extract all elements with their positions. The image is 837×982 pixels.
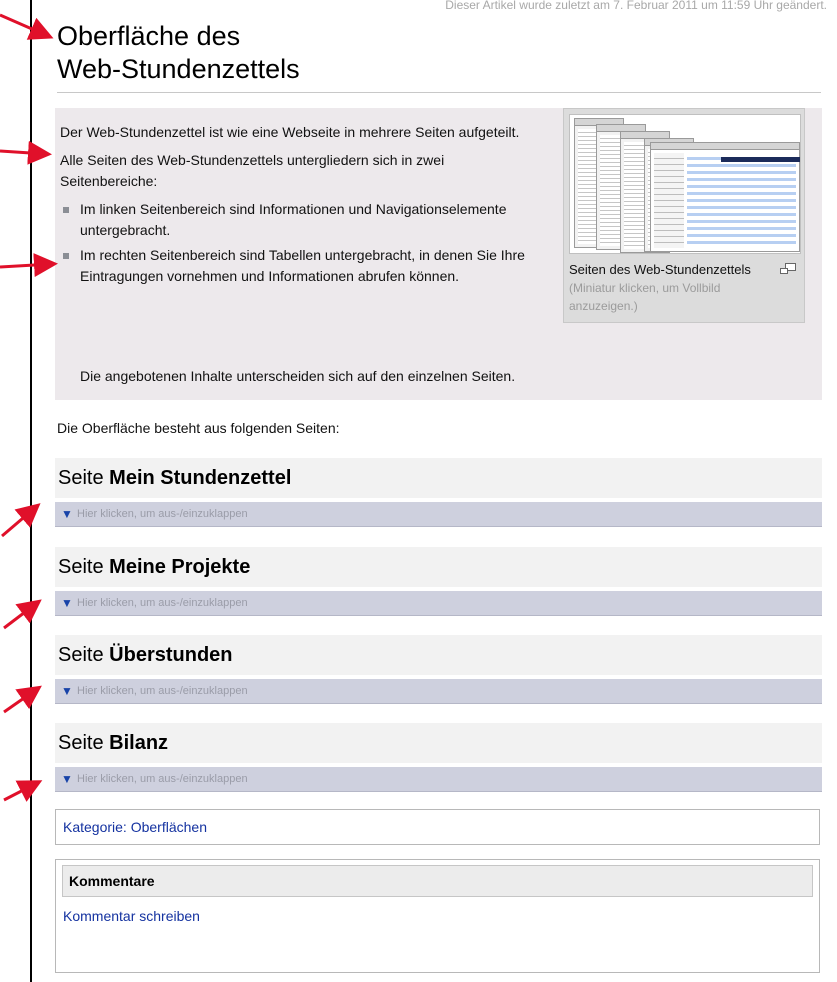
comments-box: Kommentare Kommentar schreiben: [55, 859, 820, 973]
collapse-toggle-ueberstunden[interactable]: ▼ Hier klicken, um aus-/einzuklappen: [55, 679, 822, 704]
section-title-prefix: Seite: [58, 644, 110, 666]
annotation-arrow-section-3: [3, 685, 42, 714]
thumbnail-caption: Seiten des Web-Stundenzettels (Miniatur …: [569, 261, 781, 315]
triangle-down-icon: ▼: [61, 684, 73, 698]
comments-header: Kommentare: [62, 865, 813, 897]
bullet-square-icon: [63, 207, 69, 213]
section-heading-meine-projekte: Seite Meine Projekte: [55, 547, 822, 587]
triangle-down-icon: ▼: [61, 507, 73, 521]
section-heading-ueberstunden: Seite Überstunden: [55, 635, 822, 675]
page-title-line-1: Oberfläche des: [57, 21, 241, 51]
pages-intro-text: Die Oberfläche besteht aus folgenden Sei…: [57, 420, 340, 436]
enlarge-icon[interactable]: [780, 263, 796, 275]
category-link[interactable]: Kategorie: Oberflächen: [63, 819, 207, 835]
collapse-toggle-label: Hier klicken, um aus-/einzuklappen: [77, 685, 248, 697]
triangle-down-icon: ▼: [61, 596, 73, 610]
intro-bullet-text: Im rechten Seitenbereich sind Tabellen u…: [80, 247, 525, 284]
thumbnail-image[interactable]: [569, 114, 801, 254]
page-title-line-2: Web-Stundenzettels: [57, 54, 300, 84]
intro-text: Der Web-Stundenzettel ist wie eine Webse…: [60, 122, 535, 291]
thumbnail-caption-text: Seiten des Web-Stundenzettels: [569, 262, 751, 277]
page-title: Oberfläche des Web-Stundenzettels: [57, 20, 821, 93]
annotation-arrow-section-2: [3, 599, 42, 630]
thumbnail-box: Seiten des Web-Stundenzettels (Miniatur …: [563, 108, 805, 323]
section-title-name: Bilanz: [109, 732, 169, 754]
intro-bullet-text: Im linken Seitenbereich sind Information…: [80, 201, 507, 238]
intro-bullet-list: Im linken Seitenbereich sind Information…: [60, 199, 535, 287]
section-title-prefix: Seite: [58, 467, 110, 489]
section-title-prefix: Seite: [58, 556, 110, 578]
category-box: Kategorie: Oberflächen: [55, 809, 820, 845]
collapse-toggle-meine-projekte[interactable]: ▼ Hier klicken, um aus-/einzuklappen: [55, 591, 822, 616]
page-left-border: [30, 0, 32, 982]
annotation-arrow-section-4: [3, 780, 43, 802]
section-title: Seite Meine Projekte: [55, 547, 822, 579]
section-title: Seite Mein Stundenzettel: [55, 458, 822, 490]
write-comment-link[interactable]: Kommentar schreiben: [63, 908, 200, 924]
triangle-down-icon: ▼: [61, 772, 73, 786]
annotation-arrow-bullets: [0, 253, 58, 278]
section-title-prefix: Seite: [58, 732, 110, 754]
intro-paragraph-1: Der Web-Stundenzettel ist wie eine Webse…: [60, 124, 520, 140]
collapse-toggle-label: Hier klicken, um aus-/einzuklappen: [77, 597, 248, 609]
section-title: Seite Überstunden: [55, 635, 822, 667]
last-modified-note: Dieser Artikel wurde zuletzt am 7. Febru…: [445, 0, 827, 12]
collapse-toggle-bilanz[interactable]: ▼ Hier klicken, um aus-/einzuklappen: [55, 767, 822, 792]
collapse-toggle-mein-stundenzettel[interactable]: ▼ Hier klicken, um aus-/einzuklappen: [55, 502, 822, 527]
collapse-toggle-label: Hier klicken, um aus-/einzuklappen: [77, 773, 248, 785]
thumbnail-page-main: [650, 142, 800, 252]
annotation-arrow-intro: [0, 140, 52, 165]
collapse-toggle-label: Hier klicken, um aus-/einzuklappen: [77, 508, 248, 520]
section-title-name: Überstunden: [109, 644, 233, 666]
intro-bullet-item: Im linken Seitenbereich sind Information…: [60, 199, 535, 241]
section-heading-bilanz: Seite Bilanz: [55, 723, 822, 763]
thumbnail-hint: (Miniatur klicken, um Vollbild anzuzeige…: [569, 281, 721, 313]
intro-footer: Die angebotenen Inhalte unterscheiden si…: [80, 368, 516, 384]
intro-bullet-item: Im rechten Seitenbereich sind Tabellen u…: [60, 245, 535, 287]
section-title-name: Meine Projekte: [109, 556, 251, 578]
intro-box: Der Web-Stundenzettel ist wie eine Webse…: [55, 108, 822, 400]
comments-heading: Kommentare: [69, 873, 155, 889]
annotation-arrow-title: [0, 13, 54, 40]
intro-paragraph-2: Alle Seiten des Web-Stundenzettels unter…: [60, 152, 445, 189]
bullet-square-icon: [63, 253, 69, 259]
section-title: Seite Bilanz: [55, 723, 822, 755]
section-title-name: Mein Stundenzettel: [109, 467, 292, 489]
section-heading-mein-stundenzettel: Seite Mein Stundenzettel: [55, 458, 822, 498]
